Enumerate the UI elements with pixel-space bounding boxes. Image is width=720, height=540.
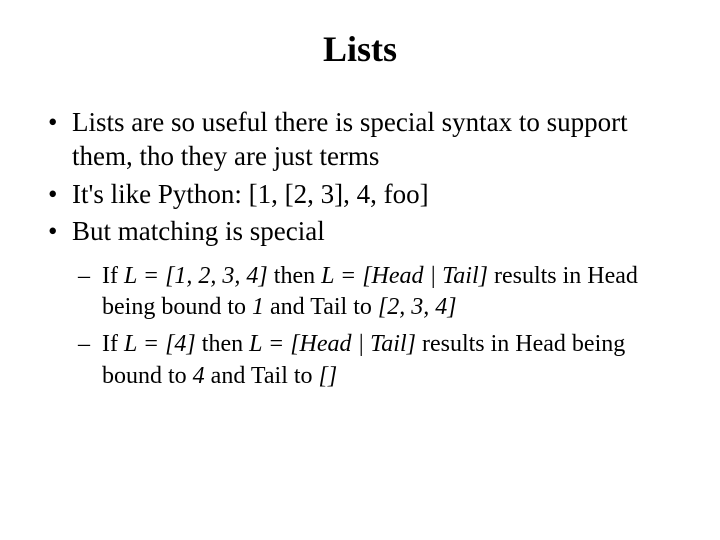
bullet-item: But matching is special bbox=[48, 215, 672, 249]
italic-text: [] bbox=[319, 363, 338, 389]
text: If bbox=[102, 263, 124, 289]
bullet-item: Lists are so useful there is special syn… bbox=[48, 106, 672, 174]
italic-text: 4 bbox=[193, 363, 205, 389]
italic-text: L = [4] bbox=[124, 331, 196, 357]
italic-text: L = [Head | Tail] bbox=[249, 331, 416, 357]
bullet-list: Lists are so useful there is special syn… bbox=[48, 106, 672, 392]
sub-bullet-item: If L = [4] then L = [Head | Tail] result… bbox=[78, 329, 672, 391]
italic-text: 1 bbox=[252, 294, 264, 320]
text: then bbox=[268, 263, 321, 289]
text: and Tail to bbox=[264, 294, 378, 320]
text: and Tail to bbox=[205, 363, 319, 389]
slide: Lists Lists are so useful there is speci… bbox=[0, 0, 720, 540]
text: then bbox=[196, 331, 249, 357]
bullet-item: It's like Python: [1, [2, 3], 4, foo] bbox=[48, 178, 672, 212]
italic-text: [2, 3, 4] bbox=[378, 294, 457, 320]
italic-text: L = [1, 2, 3, 4] bbox=[124, 263, 268, 289]
text: If bbox=[102, 331, 124, 357]
slide-title: Lists bbox=[48, 28, 672, 70]
sub-bullet-item: If L = [1, 2, 3, 4] then L = [Head | Tai… bbox=[78, 261, 672, 323]
italic-text: L = [Head | Tail] bbox=[321, 263, 488, 289]
sub-bullet-list: If L = [1, 2, 3, 4] then L = [Head | Tai… bbox=[48, 261, 672, 392]
